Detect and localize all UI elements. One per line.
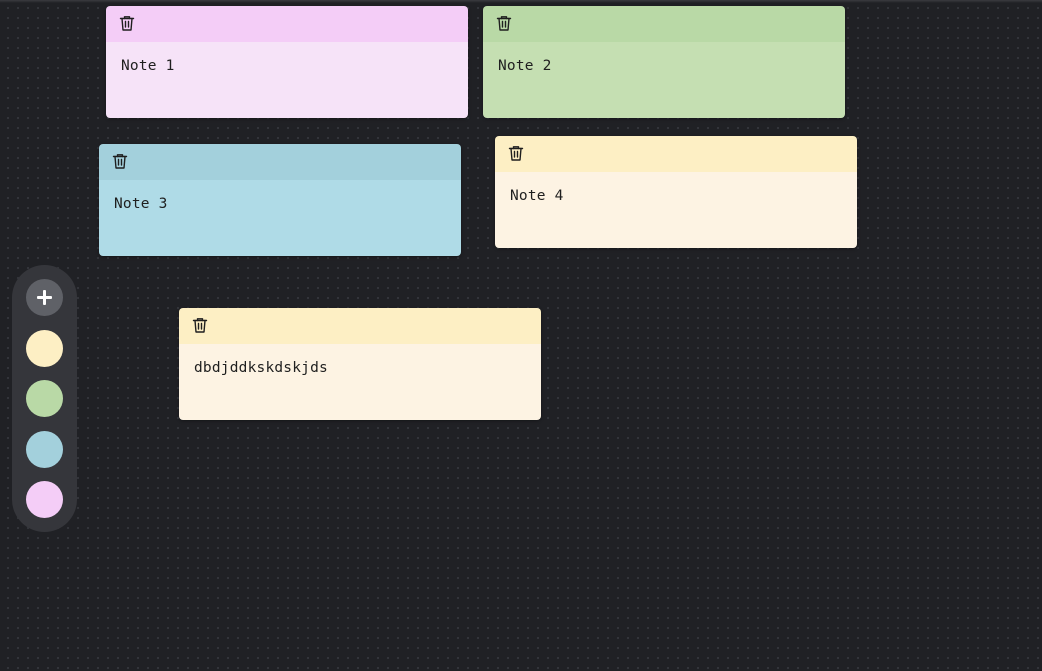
add-note-button[interactable] xyxy=(26,279,63,316)
note-header[interactable] xyxy=(106,6,468,42)
note-text[interactable]: dbdjddkskdskjds xyxy=(179,344,541,420)
sticky-note[interactable]: Note 2 xyxy=(483,6,845,118)
note-header[interactable] xyxy=(99,144,461,180)
window-top-edge xyxy=(0,0,1042,3)
sticky-note[interactable]: Note 3 xyxy=(99,144,461,256)
trash-icon[interactable] xyxy=(495,14,513,32)
color-swatch-yellow[interactable] xyxy=(26,330,63,367)
plus-icon-stroke xyxy=(43,290,46,305)
color-swatch-green[interactable] xyxy=(26,380,63,417)
sticky-note[interactable]: Note 1 xyxy=(106,6,468,118)
trash-icon[interactable] xyxy=(118,14,136,32)
note-text[interactable]: Note 4 xyxy=(495,172,857,248)
note-text[interactable]: Note 2 xyxy=(483,42,845,118)
trash-icon[interactable] xyxy=(507,144,525,162)
trash-icon[interactable] xyxy=(111,152,129,170)
trash-icon[interactable] xyxy=(191,316,209,334)
color-swatch-pink[interactable] xyxy=(26,481,63,518)
note-text[interactable]: Note 1 xyxy=(106,42,468,118)
note-header[interactable] xyxy=(483,6,845,42)
sticky-note[interactable]: dbdjddkskdskjds xyxy=(179,308,541,420)
color-swatch-blue[interactable] xyxy=(26,431,63,468)
sticky-note[interactable]: Note 4 xyxy=(495,136,857,248)
note-header[interactable] xyxy=(495,136,857,172)
color-toolbar xyxy=(12,265,77,532)
note-header[interactable] xyxy=(179,308,541,344)
note-text[interactable]: Note 3 xyxy=(99,180,461,256)
